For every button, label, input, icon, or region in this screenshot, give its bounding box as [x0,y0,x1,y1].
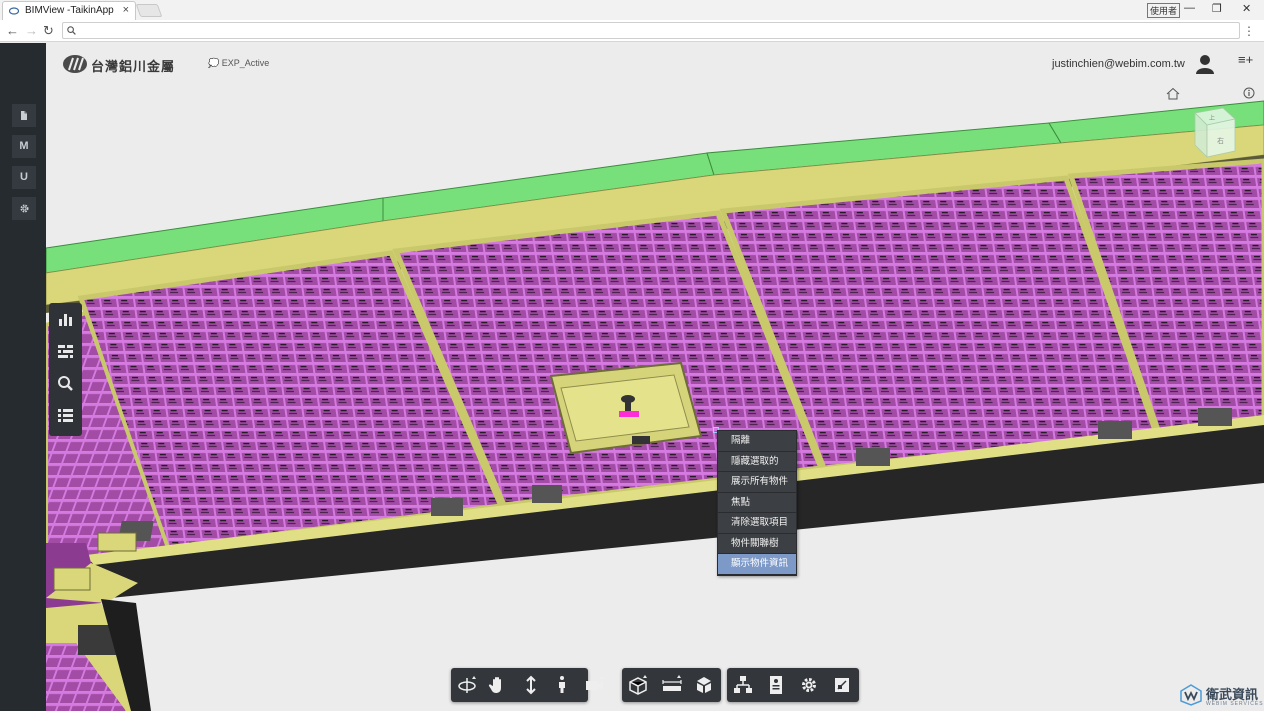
measure-icon[interactable] [660,673,684,697]
pan-icon[interactable] [486,673,510,697]
document-icon [21,111,27,120]
lower-roof-box [53,567,91,591]
header-menu-icon[interactable]: ≡+ [1238,52,1253,67]
reload-button[interactable]: ↻ [43,23,54,39]
minimize-button[interactable]: — [1184,2,1195,14]
user-email[interactable]: justinchien@webim.com.tw [1052,58,1185,70]
close-window-button[interactable]: ✕ [1242,2,1251,15]
context-menu-clear-selection[interactable]: 清除選取項目 [718,513,796,534]
left-tool-panel [49,303,82,436]
app-sidebar: M U [0,43,46,711]
watermark-subtext: WEBIM SERVICES [1206,701,1264,707]
model-viewport[interactable]: 台灣鋁川金屬 💭 EXP_Active justinchien@webim.co… [46,43,1264,711]
view-cube[interactable]: 上 右 [1189,105,1239,167]
viewcube-top-label: 上 [1209,114,1215,122]
zoom-icon[interactable] [519,673,543,697]
lower-roof-box [97,532,137,552]
settings-icon[interactable] [797,673,821,697]
search-icon[interactable] [53,371,78,396]
layers-icon[interactable] [53,339,78,364]
roof-exhaust-fan-base [619,411,639,417]
tab-close-icon[interactable]: × [123,4,129,16]
context-menu-show-properties[interactable]: 顯示物件資訊 [718,554,796,575]
roof-exhaust-fan-stem [625,399,631,411]
properties-icon[interactable] [764,673,788,697]
chart-icon[interactable] [53,307,78,332]
gutter-box [1098,421,1132,439]
model-name[interactable]: 💭 EXP_Active [208,58,269,69]
info-icon[interactable] [1243,87,1255,99]
sidebar-item-u[interactable]: U [12,166,36,189]
search-icon [67,26,76,35]
context-menu-focus[interactable]: 焦點 [718,493,796,513]
gutter-box [532,485,562,503]
camera-icon[interactable] [583,673,607,697]
context-menu-isolate[interactable]: 隔離 [718,431,796,452]
address-bar: ← → ↻ ⋮ [0,20,1264,42]
explode-icon[interactable] [692,673,716,697]
orbit-icon[interactable] [455,673,479,697]
viewcube-front-label: 右 [1217,136,1224,145]
fullscreen-icon[interactable] [830,673,854,697]
context-menu: 隔離 隱藏選取的 展示所有物件 焦點 清除選取項目 物件關聯樹 顯示物件資訊 [717,430,797,576]
walk-icon[interactable] [550,673,574,697]
tab-title: BIMView -TaikinApp [25,5,114,16]
context-menu-object-tree[interactable]: 物件關聯樹 [718,534,796,554]
webim-logo-icon [1180,684,1202,706]
home-icon[interactable] [1166,87,1180,100]
browser-tab[interactable]: BIMView -TaikinApp × [2,1,136,20]
user-avatar-icon[interactable] [1194,53,1216,75]
sidebar-item-settings[interactable] [12,197,36,220]
roof-opening-vent [632,436,650,444]
app-favicon-icon [9,7,19,15]
context-menu-hide-selected[interactable]: 隱藏選取的 [718,452,796,472]
browser-tab-bar: BIMView -TaikinApp × 使用者 — ❐ ✕ [0,0,1264,20]
company-name: 台灣鋁川金屬 [91,59,176,74]
company-logo-icon [63,55,87,73]
context-menu-show-all[interactable]: 展示所有物件 [718,472,796,493]
url-input[interactable] [62,22,1240,39]
model-tools-toolbar [622,668,721,702]
gutter-box [1198,408,1232,426]
browser-menu-icon[interactable]: ⋮ [1243,24,1255,38]
section-box-icon[interactable] [626,673,650,697]
gear-icon [19,204,29,213]
sidebar-item-m[interactable]: M [12,135,36,158]
forward-button[interactable]: → [25,23,38,38]
sidebar-item-documents[interactable] [12,104,36,127]
settings-toolbar [727,668,859,702]
new-tab-button[interactable] [135,4,163,17]
user-profile-badge[interactable]: 使用者 [1147,3,1181,18]
gutter-box [431,498,463,516]
maximize-button[interactable]: ❐ [1212,2,1222,15]
list-icon[interactable] [53,403,78,428]
back-button[interactable]: ← [6,23,19,38]
model-tree-icon[interactable] [731,673,755,697]
bim-model-render[interactable] [46,43,1264,711]
navigation-toolbar [451,668,588,702]
gutter-box [856,448,890,466]
